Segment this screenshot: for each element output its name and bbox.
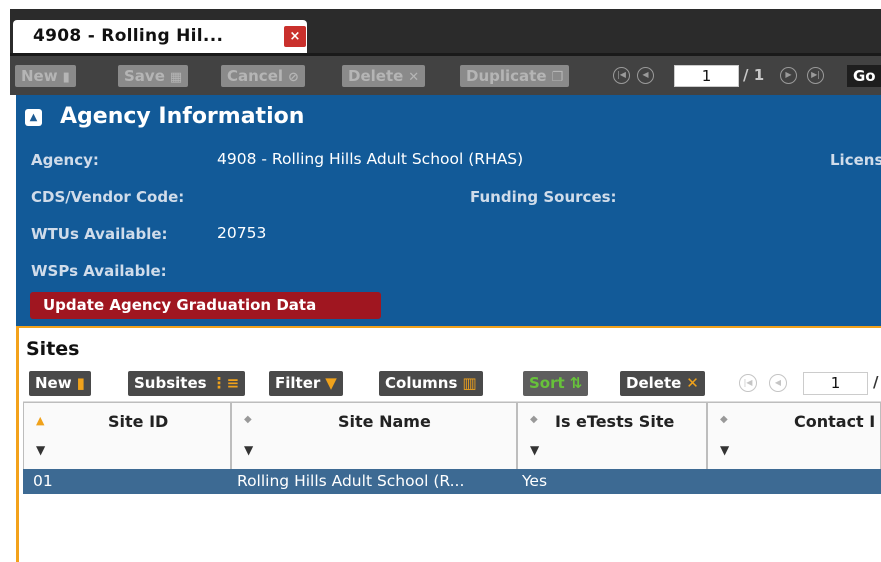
delete-x-icon: ✕ [408, 70, 420, 85]
sort-icon[interactable]: ◆ [530, 414, 538, 425]
columns-label: Columns [385, 374, 458, 392]
next-page-icon[interactable]: ▶ [780, 67, 797, 84]
subsites-label: Subsites [134, 374, 207, 392]
filter-button[interactable]: Filter ▼ [269, 371, 343, 396]
table-row[interactable]: 01 Rolling Hills Adult School (R... Yes [23, 469, 881, 494]
cancel-button[interactable]: Cancel ⊘ [221, 65, 305, 87]
sites-new-button[interactable]: New ▮ [29, 371, 91, 396]
agency-label: Agency: [31, 151, 99, 169]
wtus-available-label: WTUs Available: [31, 225, 168, 243]
page-total: / 1 [743, 66, 765, 84]
sites-panel: Sites New ▮ Subsites ⋮≡ Filter ▼ Columns ▥ S… [16, 328, 881, 562]
columns-button[interactable]: Columns ▥ [379, 371, 483, 396]
sort-label: Sort [529, 374, 565, 392]
save-button[interactable]: Save ▦ [118, 65, 189, 87]
cancel-icon: ⊘ [288, 70, 299, 85]
tab-bar: 4908 - Rolling Hil... × [10, 9, 881, 56]
column-title: Is eTests Site [555, 412, 675, 431]
record-toolbar: New ▮ Save ▦ Cancel ⊘ Delete ✕ Duplicate ❐ |◀… [10, 56, 881, 95]
sites-new-label: New [35, 374, 72, 392]
sites-page-total: / [873, 373, 879, 391]
sites-page-input[interactable]: 1 [803, 372, 868, 395]
filter-icon[interactable]: ▼ [244, 443, 253, 457]
duplicate-icon: ❐ [551, 70, 564, 85]
prev-page-icon[interactable]: ◀ [637, 67, 654, 84]
tab-title: 4908 - Rolling Hil... [33, 26, 224, 46]
column-header-site-id[interactable]: ▲ Site ID ▼ [23, 402, 231, 470]
new-button-label: New [21, 67, 58, 85]
delete-button[interactable]: Delete ✕ [342, 65, 426, 87]
sort-icon: ⇅ [569, 374, 583, 392]
new-doc-icon: ▮ [76, 374, 85, 392]
column-header-is-etests-site[interactable]: ◆ Is eTests Site ▼ [517, 402, 707, 470]
sites-title: Sites [26, 338, 80, 360]
hierarchy-icon: ⋮≡ [211, 374, 240, 392]
last-page-icon[interactable]: ▶| [807, 67, 824, 84]
cds-vendor-code-label: CDS/Vendor Code: [31, 188, 185, 206]
cell-is-etests: Yes [522, 472, 548, 490]
sites-delete-label: Delete [626, 374, 682, 392]
update-agency-graduation-data-button[interactable]: Update Agency Graduation Data [30, 292, 381, 319]
window-top-strip [0, 0, 881, 9]
new-doc-icon: ▮ [62, 70, 70, 85]
filter-icon[interactable]: ▼ [720, 443, 729, 457]
agency-information-panel: ▲ Agency Information Agency: 4908 - Roll… [16, 95, 881, 326]
save-button-label: Save [124, 67, 165, 85]
new-button[interactable]: New ▮ [15, 65, 76, 87]
funding-sources-label: Funding Sources: [470, 188, 617, 206]
close-icon[interactable]: × [284, 26, 306, 47]
prev-page-icon[interactable]: ◀ [769, 374, 787, 392]
agency-section-title: Agency Information [60, 104, 305, 129]
delete-button-label: Delete [348, 67, 404, 85]
grid-header: ▲ Site ID ▼ ◆ Site Name ▼ ◆ Is eTests Si… [23, 401, 881, 470]
filter-icon: ▼ [325, 374, 337, 392]
go-button[interactable]: Go [847, 65, 881, 87]
wtus-available-value: 20753 [217, 224, 267, 242]
sort-icon[interactable]: ◆ [244, 414, 252, 425]
license-label: Licens [830, 151, 881, 169]
cell-site-id: 01 [33, 472, 53, 490]
column-header-contact[interactable]: ◆ Contact I ▼ [707, 402, 881, 470]
agency-value: 4908 - Rolling Hills Adult School (RHAS) [217, 150, 524, 168]
sort-icon[interactable]: ◆ [720, 414, 728, 425]
filter-label: Filter [275, 374, 321, 392]
save-icon: ▦ [169, 70, 183, 85]
page-number-input[interactable]: 1 [674, 65, 739, 87]
tab-agency[interactable]: 4908 - Rolling Hil... × [13, 20, 307, 53]
column-title: Site ID [108, 412, 169, 431]
subsites-button[interactable]: Subsites ⋮≡ [128, 371, 246, 396]
sites-delete-button[interactable]: Delete ✕ [620, 371, 705, 396]
delete-x-icon: ✕ [686, 374, 699, 392]
cell-site-name: Rolling Hills Adult School (R... [237, 472, 465, 490]
filter-icon[interactable]: ▼ [530, 443, 539, 457]
cancel-button-label: Cancel [227, 67, 284, 85]
duplicate-button-label: Duplicate [466, 67, 547, 85]
sort-button[interactable]: Sort ⇅ [523, 371, 589, 396]
column-title: Site Name [338, 412, 431, 431]
collapse-icon[interactable]: ▲ [25, 109, 42, 126]
column-header-site-name[interactable]: ◆ Site Name ▼ [231, 402, 517, 470]
duplicate-button[interactable]: Duplicate ❐ [460, 65, 570, 87]
column-title: Contact I [794, 412, 876, 431]
filter-icon[interactable]: ▼ [36, 443, 45, 457]
wsps-available-label: WSPs Available: [31, 262, 167, 280]
first-page-icon[interactable]: |◀ [739, 374, 757, 392]
first-page-icon[interactable]: |◀ [613, 67, 630, 84]
sort-ascending-icon[interactable]: ▲ [36, 414, 44, 427]
columns-icon: ▥ [462, 374, 477, 392]
